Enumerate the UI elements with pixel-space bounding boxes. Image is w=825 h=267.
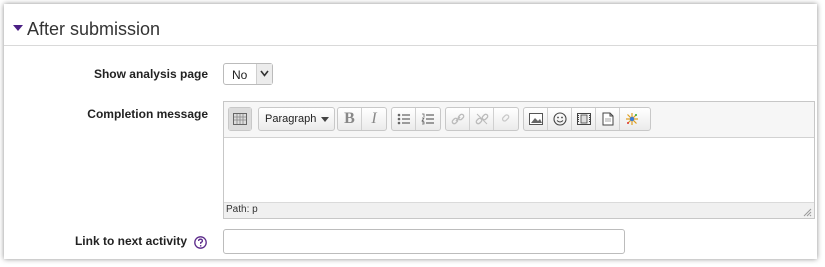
editor-statusbar: Path: p (224, 202, 814, 218)
ordered-list-button[interactable] (416, 108, 440, 130)
kitchen-sink-icon[interactable] (229, 108, 251, 130)
bold-icon: B (344, 110, 355, 127)
resize-grip-icon[interactable] (802, 207, 812, 217)
spellcheck-button[interactable] (620, 108, 644, 130)
media-icon (576, 113, 591, 125)
anchor-icon (501, 114, 510, 122)
toolbar-group-links (445, 107, 519, 131)
media-button[interactable] (572, 108, 596, 130)
unordered-list-icon (397, 113, 410, 125)
show-analysis-select[interactable]: No (223, 63, 273, 85)
italic-button[interactable]: I (362, 108, 386, 130)
toolbar-group-insert (523, 107, 651, 131)
anchor-button[interactable] (494, 108, 518, 130)
format-select[interactable]: Paragraph (258, 107, 335, 131)
paste-word-button[interactable] (596, 108, 620, 130)
unlink-button[interactable] (470, 108, 494, 130)
show-analysis-label: Show analysis page (93, 67, 208, 81)
show-analysis-value: No (232, 68, 248, 82)
chevron-down-icon (321, 117, 329, 122)
next-activity-input[interactable] (223, 229, 625, 254)
collapse-triangle-icon[interactable] (13, 25, 23, 31)
next-activity-label: Link to next activity (74, 234, 187, 248)
format-value: Paragraph (265, 113, 317, 125)
section-header[interactable]: After submission (4, 4, 817, 46)
italic-icon: I (371, 110, 377, 127)
unlink-icon (475, 113, 488, 125)
bold-button[interactable]: B (338, 108, 362, 130)
image-button[interactable] (524, 108, 548, 130)
form-section: After submission Show analysis page No C… (4, 4, 817, 259)
toolbar-group-style: B I (337, 107, 387, 131)
chevron-down-icon[interactable] (256, 64, 272, 84)
paste-word-icon (602, 112, 613, 126)
completion-message-label: Completion message (87, 107, 208, 121)
ordered-list-icon (421, 113, 434, 125)
emoticon-icon (552, 112, 567, 126)
editor-content-area[interactable] (224, 138, 814, 203)
link-button[interactable] (446, 108, 470, 130)
image-icon (528, 113, 543, 125)
emoticon-button[interactable] (548, 108, 572, 130)
editor-toolbar: Paragraph B I (224, 102, 814, 138)
completion-message-editor: Paragraph B I Path: p (223, 101, 815, 219)
toolbar-group-lists (391, 107, 441, 131)
section-title[interactable]: After submission (27, 18, 160, 40)
spellcheck-icon (626, 113, 638, 125)
help-icon[interactable] (194, 236, 207, 249)
editor-path: Path: p (226, 204, 258, 215)
unordered-list-button[interactable] (392, 108, 416, 130)
link-icon (451, 113, 464, 125)
toolbar-group-toggle (228, 107, 252, 131)
